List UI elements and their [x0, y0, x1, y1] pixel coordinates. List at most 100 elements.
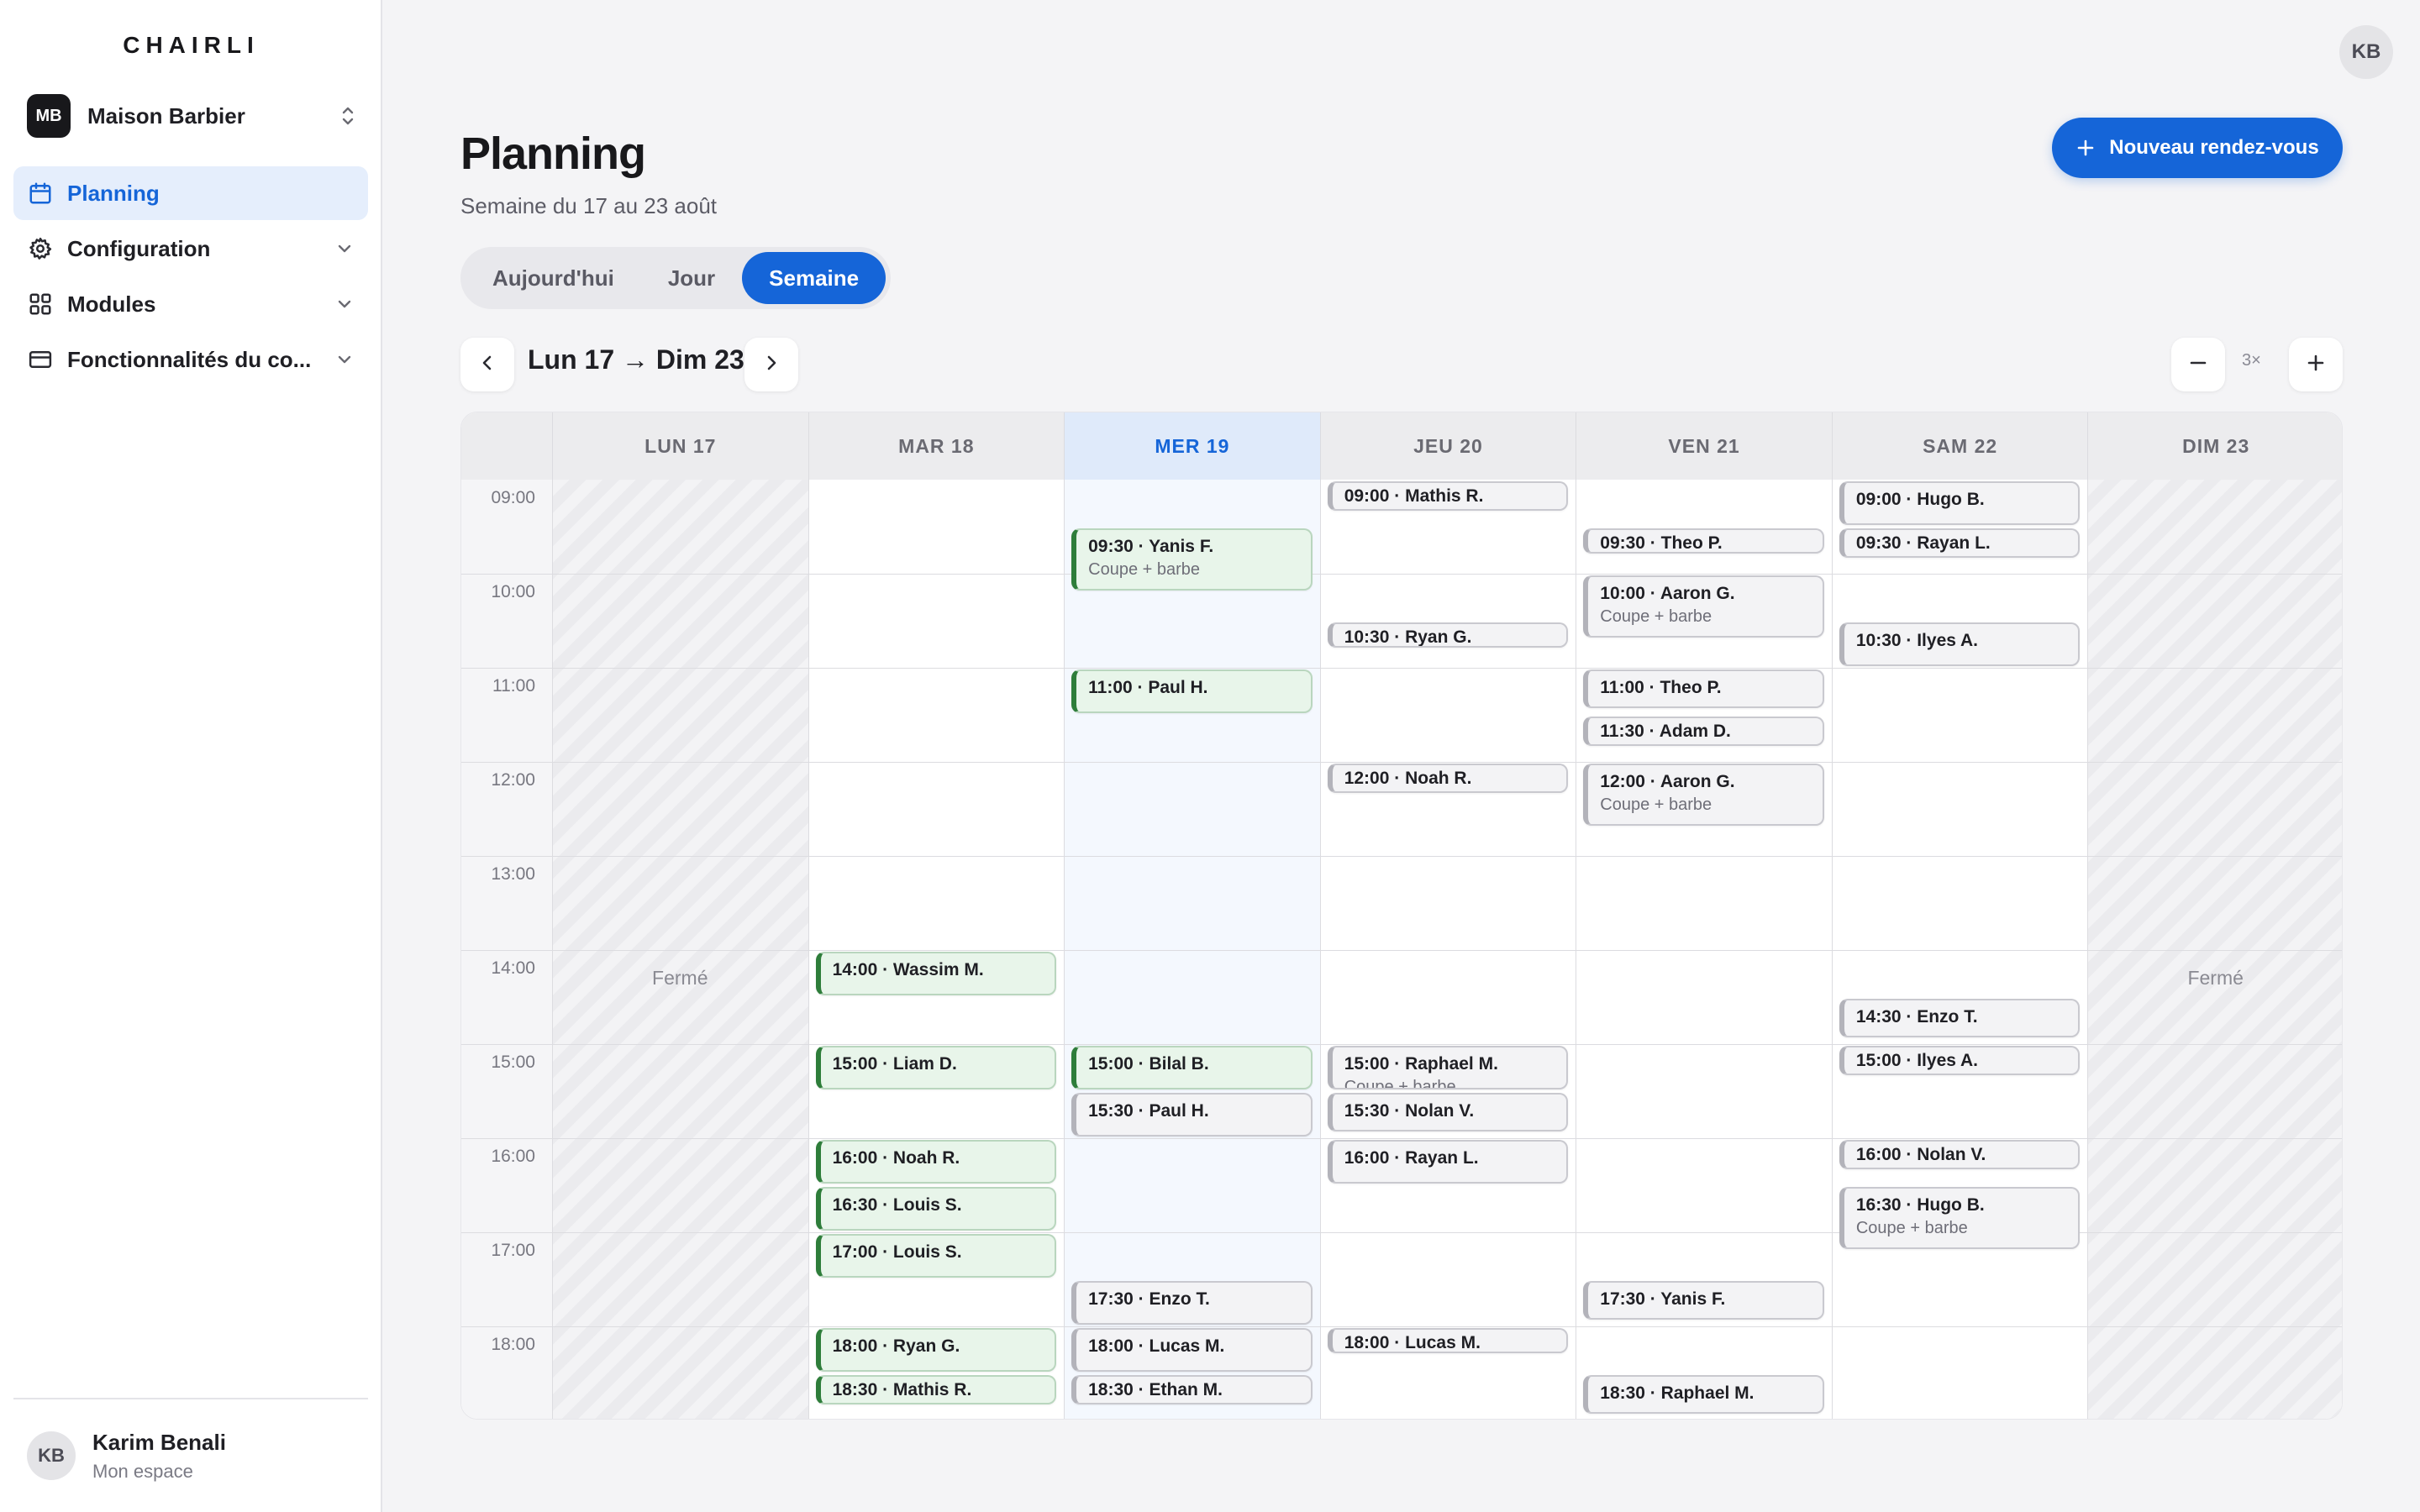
- hour-gridline: [461, 950, 2342, 951]
- appointment-card[interactable]: 15:00 · Bilal B.: [1071, 1046, 1313, 1089]
- page-subtitle: Semaine du 17 au 23 août: [460, 193, 718, 218]
- user-account[interactable]: KB Karim Benali Mon espace: [13, 1398, 368, 1512]
- minus-icon: [2188, 353, 2208, 377]
- account-avatar[interactable]: KB: [2339, 25, 2393, 79]
- appointment-service: Coupe + barbe: [1855, 1219, 1968, 1237]
- time-label: 16:00: [491, 1147, 535, 1166]
- zoom-out-button[interactable]: [2171, 338, 2225, 391]
- appointment-title: 11:00 · Paul H.: [1088, 678, 1208, 697]
- appointment-card[interactable]: 10:00 · Aaron G. Coupe + barbe: [1583, 575, 1824, 638]
- day-header: DIM 23: [2087, 412, 2342, 480]
- appointment-card[interactable]: 10:30 · Ilyes A.: [1839, 622, 2081, 666]
- appointment-card[interactable]: 18:30 · Mathis R.: [815, 1375, 1057, 1405]
- sidebar-nav: Planning Configuration Modules Fonctionn…: [13, 166, 368, 388]
- sidebar-item-configuration[interactable]: Configuration: [13, 222, 368, 276]
- organization-badge: MB: [27, 94, 71, 138]
- time-label: 10:00: [491, 582, 535, 601]
- week-calendar: LUN 17 MAR 18 MER 19 JEU 20 VEN 21 SAM 22 DIM …: [460, 412, 2343, 1420]
- appointment-card[interactable]: 16:00 · Rayan L.: [1327, 1140, 1569, 1184]
- new-appointment-button[interactable]: Nouveau rendez-vous: [2052, 118, 2343, 178]
- time-label: 12:00: [491, 770, 535, 790]
- appointment-card[interactable]: 09:30 · Rayan L.: [1839, 528, 2081, 559]
- chevron-up-down-icon: [337, 103, 359, 129]
- appointment-card[interactable]: 18:30 · Ethan M.: [1071, 1375, 1313, 1405]
- appointment-title: 16:00 · Nolan V.: [1855, 1145, 1986, 1164]
- appointment-card[interactable]: 09:30 · Yanis F. Coupe + barbe: [1071, 528, 1313, 591]
- user-subtitle: Mon espace: [92, 1460, 193, 1482]
- date-range-label: Lun 17 → Dim 23: [528, 344, 744, 375]
- appointment-card[interactable]: 14:00 · Wassim M.: [815, 952, 1057, 995]
- appointment-title: 18:30 · Ethan M.: [1088, 1380, 1223, 1399]
- appointment-card[interactable]: 16:00 · Nolan V.: [1839, 1140, 2081, 1170]
- appointment-title: 12:00 · Aaron G.: [1600, 772, 1735, 791]
- calendar-header: LUN 17 MAR 18 MER 19 JEU 20 VEN 21 SAM 22 DIM …: [461, 412, 2342, 480]
- appointment-card[interactable]: 16:30 · Hugo B. Coupe + barbe: [1839, 1187, 2081, 1250]
- appointment-title: 12:00 · Noah R.: [1344, 769, 1472, 788]
- sidebar-item-modules[interactable]: Modules: [13, 277, 368, 331]
- appointment-card[interactable]: 11:00 · Paul H.: [1071, 669, 1313, 713]
- appointment-card[interactable]: 11:30 · Adam D.: [1583, 717, 1824, 747]
- chevron-down-icon: [334, 294, 355, 314]
- avatar: KB: [27, 1431, 76, 1480]
- appointment-card[interactable]: 17:30 · Yanis F.: [1583, 1281, 1824, 1320]
- appointment-title: 09:00 · Mathis R.: [1344, 486, 1484, 506]
- day-header: MAR 18: [808, 412, 1065, 480]
- tab-day[interactable]: Jour: [641, 252, 742, 304]
- next-week-button[interactable]: [744, 338, 798, 391]
- time-label: 17:00: [491, 1241, 535, 1260]
- appointment-card[interactable]: 15:30 · Nolan V.: [1327, 1093, 1569, 1132]
- appointment-service: Coupe + barbe: [1600, 607, 1712, 626]
- time-label: 18:00: [491, 1335, 535, 1354]
- previous-week-button[interactable]: [460, 338, 514, 391]
- appointment-card[interactable]: 15:00 · Liam D.: [815, 1046, 1057, 1089]
- appointment-title: 10:00 · Aaron G.: [1600, 584, 1735, 603]
- zoom-level: 3×: [2242, 351, 2261, 370]
- appointment-card[interactable]: 15:00 · Ilyes A.: [1839, 1046, 2081, 1076]
- closed-label: Fermé: [652, 966, 708, 989]
- appointment-card[interactable]: 15:00 · Raphael M. Coupe + barbe: [1327, 1046, 1569, 1089]
- sidebar-item-planning[interactable]: Planning: [13, 166, 368, 220]
- time-label: 14:00: [491, 958, 535, 978]
- time-label: 09:00: [491, 488, 535, 507]
- appointment-card[interactable]: 15:30 · Paul H.: [1071, 1093, 1313, 1137]
- appointment-card[interactable]: 09:00 · Mathis R.: [1327, 481, 1569, 512]
- sidebar-item-features[interactable]: Fonctionnalités du co...: [13, 333, 368, 386]
- organization-switcher[interactable]: MB Maison Barbier: [27, 92, 359, 139]
- new-appointment-label: Nouveau rendez-vous: [2109, 136, 2319, 159]
- hour-gridline: [461, 1326, 2342, 1327]
- appointment-title: 18:00 · Lucas M.: [1344, 1333, 1481, 1352]
- hour-gridline: [461, 762, 2342, 763]
- page-title: Planning: [460, 129, 646, 179]
- hour-gridline: [461, 574, 2342, 575]
- appointment-card[interactable]: 17:30 · Enzo T.: [1071, 1281, 1313, 1325]
- zoom-in-button[interactable]: [2289, 338, 2343, 391]
- appointment-title: 15:30 · Nolan V.: [1344, 1101, 1475, 1121]
- appointment-title: 15:00 · Bilal B.: [1088, 1054, 1209, 1074]
- appointment-card[interactable]: 14:30 · Enzo T.: [1839, 999, 2081, 1038]
- gear-icon: [27, 235, 54, 262]
- appointment-card[interactable]: 10:30 · Ryan G.: [1327, 622, 1569, 648]
- appointment-title: 18:00 · Lucas M.: [1088, 1336, 1225, 1356]
- appointment-card[interactable]: 09:30 · Theo P.: [1583, 528, 1824, 554]
- appointment-card[interactable]: 17:00 · Louis S.: [815, 1234, 1057, 1278]
- appointment-card[interactable]: 12:00 · Aaron G. Coupe + barbe: [1583, 764, 1824, 827]
- appointment-card[interactable]: 18:00 · Lucas M.: [1327, 1328, 1569, 1353]
- tab-today[interactable]: Aujourd'hui: [466, 252, 641, 304]
- appointment-card[interactable]: 18:00 · Ryan G.: [815, 1328, 1057, 1372]
- appointment-card[interactable]: 16:00 · Noah R.: [815, 1140, 1057, 1184]
- grid-icon: [27, 291, 54, 318]
- appointment-card[interactable]: 18:00 · Lucas M.: [1071, 1328, 1313, 1372]
- appointment-title: 10:30 · Ilyes A.: [1855, 631, 1978, 650]
- appointment-title: 18:00 · Ryan G.: [832, 1336, 960, 1356]
- appointment-card[interactable]: 18:30 · Raphael M.: [1583, 1375, 1824, 1415]
- appointment-card[interactable]: 16:30 · Louis S.: [815, 1187, 1057, 1231]
- closed-label: Fermé: [2187, 966, 2244, 989]
- tab-week[interactable]: Semaine: [742, 252, 886, 304]
- appointment-card[interactable]: 11:00 · Theo P.: [1583, 669, 1824, 709]
- appointment-title: 10:30 · Ryan G.: [1344, 627, 1472, 647]
- hour-gridline: [461, 856, 2342, 857]
- sidebar-item-label: Modules: [67, 291, 156, 317]
- appointment-card[interactable]: 09:00 · Hugo B.: [1839, 481, 2081, 525]
- sidebar-item-label: Fonctionnalités du co...: [67, 346, 312, 372]
- appointment-card[interactable]: 12:00 · Noah R.: [1327, 764, 1569, 794]
